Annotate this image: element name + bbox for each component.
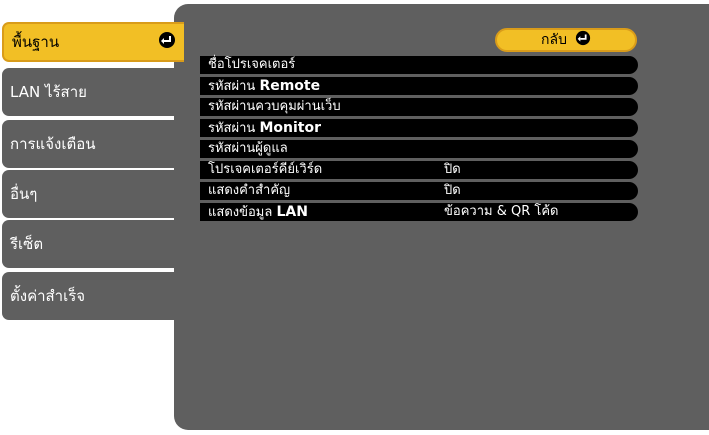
back-button[interactable]: กลับ <box>495 28 637 52</box>
tab-label: พื้นฐาน <box>12 33 60 51</box>
menu-item-display-lan-info[interactable]: แสดงข้อมูล LAN ข้อความ & QR โค้ด <box>200 203 638 221</box>
menu-item-label: แสดงข้อมูล <box>208 205 273 220</box>
menu-item-label: ชื่อโปรเจคเตอร์ <box>208 57 296 72</box>
enter-icon <box>158 31 176 53</box>
back-label: กลับ <box>541 32 567 48</box>
menu-item-label: รหัสผ่าน <box>208 121 256 136</box>
tab-label: LAN ไร้สาย <box>10 83 87 101</box>
menu-item-suffix: Monitor <box>259 120 321 136</box>
tab-label: การแจ้งเตือน <box>10 135 96 153</box>
tab-others[interactable]: อื่นๆ <box>2 170 184 218</box>
menu-item-projector-keyword[interactable]: โปรเจคเตอร์คีย์เวิร์ด ปิด <box>200 161 638 179</box>
menu-item-label: โปรเจคเตอร์คีย์เวิร์ด <box>208 162 323 177</box>
tab-label: อื่นๆ <box>10 185 38 203</box>
tab-notifications[interactable]: การแจ้งเตือน <box>2 120 184 168</box>
menu-item-suffix: Remote <box>259 78 321 94</box>
enter-icon <box>575 30 591 50</box>
menu-item-label: รหัสผ่านผู้ดูแล <box>208 141 288 156</box>
tab-reset[interactable]: รีเซ็ต <box>2 220 184 268</box>
menu-item-label: แสดงคำสำคัญ <box>208 183 291 198</box>
tab-label: ตั้งค่าสำเร็จ <box>10 287 86 305</box>
menu-item-label: รหัสผ่าน <box>208 79 256 94</box>
menu-item-projector-name[interactable]: ชื่อโปรเจคเตอร์ <box>200 56 638 74</box>
menu-item-label: รหัสผ่านควบคุมผ่านเว็บ <box>208 99 341 114</box>
menu-item-value: ปิด <box>444 162 461 177</box>
settings-menu: ชื่อโปรเจคเตอร์ รหัสผ่าน Remote รหัสผ่าน… <box>200 56 638 224</box>
tab-setup-complete[interactable]: ตั้งค่าสำเร็จ <box>2 272 184 320</box>
menu-item-value: ปิด <box>444 183 461 198</box>
menu-item-value: ข้อความ & QR โค้ด <box>444 204 559 219</box>
menu-item-display-keyword[interactable]: แสดงคำสำคัญ ปิด <box>200 182 638 200</box>
menu-item-admin-password[interactable]: รหัสผ่านผู้ดูแล <box>200 140 638 158</box>
menu-item-suffix: LAN <box>276 204 308 220</box>
menu-item-remote-password[interactable]: รหัสผ่าน Remote <box>200 77 638 95</box>
menu-item-monitor-password[interactable]: รหัสผ่าน Monitor <box>200 119 638 137</box>
menu-item-web-control-password[interactable]: รหัสผ่านควบคุมผ่านเว็บ <box>200 98 638 116</box>
tab-basic[interactable]: พื้นฐาน <box>2 22 184 62</box>
tab-wireless-lan[interactable]: LAN ไร้สาย <box>2 68 184 116</box>
tab-label: รีเซ็ต <box>10 235 44 253</box>
